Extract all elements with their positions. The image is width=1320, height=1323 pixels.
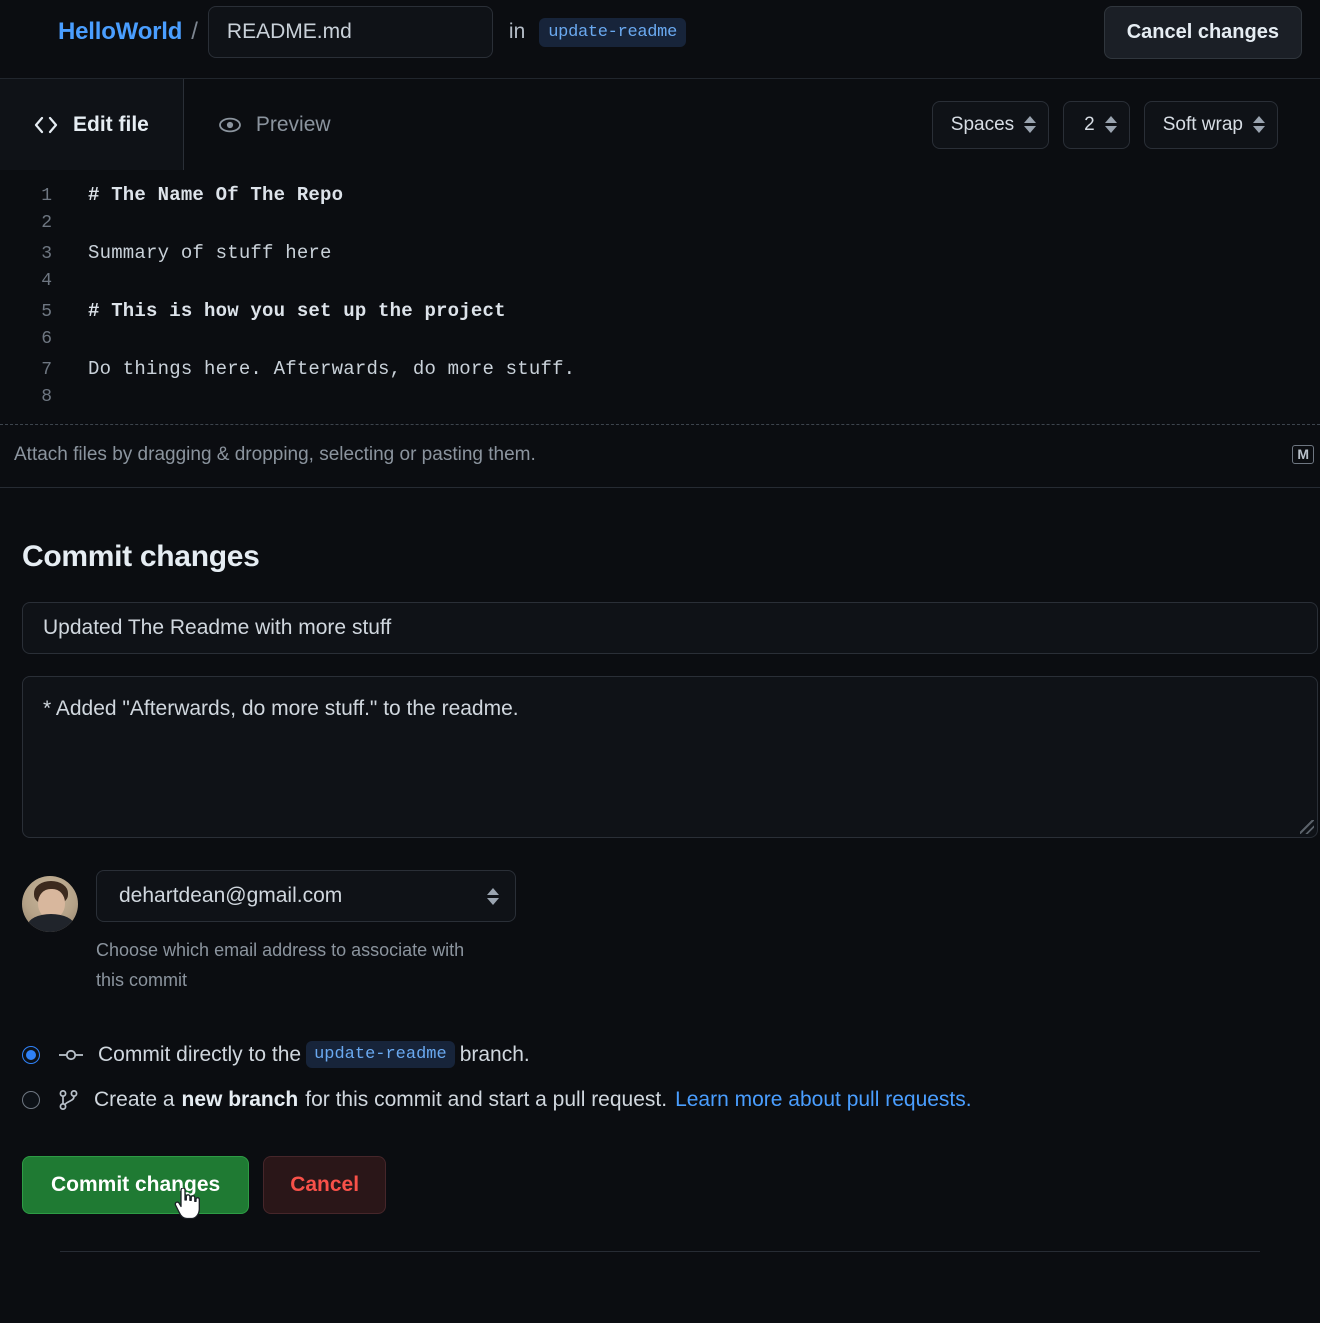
tab-edit-file-label: Edit file bbox=[73, 113, 149, 137]
tab-preview-label: Preview bbox=[256, 113, 331, 137]
commit-summary-input[interactable]: Updated The Readme with more stuff bbox=[22, 602, 1318, 654]
attach-files-bar[interactable]: Attach files by dragging & dropping, sel… bbox=[0, 424, 1320, 484]
tab-preview[interactable]: Preview bbox=[184, 79, 365, 171]
code-line: 8 bbox=[0, 387, 1320, 416]
commit-description-value: * Added "Afterwards, do more stuff." to … bbox=[43, 697, 519, 720]
cancel-button[interactable]: Cancel bbox=[263, 1156, 386, 1214]
radio-commit-directly[interactable] bbox=[22, 1046, 40, 1064]
commit-option-new-branch-row[interactable]: Create a new branch for this commit and … bbox=[22, 1088, 1320, 1112]
line-content: Do things here. Afterwards, do more stuf… bbox=[62, 358, 575, 380]
pull-requests-link[interactable]: Learn more about pull requests. bbox=[675, 1088, 972, 1112]
line-number: 6 bbox=[0, 329, 62, 349]
new-branch-middle: for this commit and start a pull request… bbox=[305, 1088, 667, 1112]
code-icon bbox=[33, 115, 59, 135]
repo-name-link[interactable]: HelloWorld bbox=[58, 18, 182, 46]
code-line: 2 bbox=[0, 213, 1320, 242]
line-content: # This is how you set up the project bbox=[62, 300, 506, 322]
commit-email-help-text: Choose which email address to associate … bbox=[96, 936, 496, 995]
commit-direct-branch-badge: update-readme bbox=[306, 1041, 455, 1068]
line-number: 2 bbox=[0, 213, 62, 233]
tab-edit-file[interactable]: Edit file bbox=[0, 79, 184, 171]
commit-changes-button[interactable]: Commit changes bbox=[22, 1156, 249, 1214]
commit-summary-value: Updated The Readme with more stuff bbox=[43, 616, 391, 640]
chevron-updown-icon bbox=[487, 888, 499, 905]
code-line: 6 bbox=[0, 329, 1320, 358]
line-number: 4 bbox=[0, 271, 62, 291]
code-line: 4 bbox=[0, 271, 1320, 300]
code-line: 1 # The Name Of The Repo bbox=[0, 184, 1320, 213]
line-number: 7 bbox=[0, 360, 62, 380]
commit-email-select[interactable]: dehartdean@gmail.com bbox=[96, 870, 516, 922]
avatar bbox=[22, 876, 78, 932]
indent-type-select[interactable]: Spaces bbox=[932, 101, 1049, 149]
breadcrumb-separator: / bbox=[191, 18, 198, 46]
branch-badge[interactable]: update-readme bbox=[539, 18, 686, 47]
wrap-mode-select[interactable]: Soft wrap bbox=[1144, 101, 1278, 149]
markdown-icon: M bbox=[1292, 445, 1314, 464]
cancel-changes-button[interactable]: Cancel changes bbox=[1104, 6, 1302, 59]
new-branch-prefix: Create a bbox=[94, 1088, 175, 1112]
line-number: 3 bbox=[0, 244, 62, 264]
code-line: 3 Summary of stuff here bbox=[0, 242, 1320, 271]
avatar-body bbox=[28, 914, 74, 932]
code-line: 5 # This is how you set up the project bbox=[0, 300, 1320, 329]
commit-buttons-row: Commit changes Cancel bbox=[22, 1156, 1320, 1214]
editor-tools: Spaces 2 Soft wrap bbox=[932, 79, 1320, 170]
commit-email-row: dehartdean@gmail.com Choose which email … bbox=[22, 870, 1320, 995]
line-content: # The Name Of The Repo bbox=[62, 184, 343, 206]
attach-files-label: Attach files by dragging & dropping, sel… bbox=[14, 444, 536, 466]
page-bottom-divider bbox=[60, 1251, 1260, 1252]
github-file-editor-page: HelloWorld / README.md in update-readme … bbox=[0, 0, 1320, 1323]
radio-create-new-branch[interactable] bbox=[22, 1091, 40, 1109]
indent-type-value: Spaces bbox=[951, 114, 1014, 136]
eye-icon bbox=[218, 115, 242, 135]
email-column: dehartdean@gmail.com Choose which email … bbox=[96, 870, 516, 995]
wrap-mode-value: Soft wrap bbox=[1163, 114, 1243, 136]
commit-option-direct-row[interactable]: Commit directly to the update-readme bra… bbox=[22, 1041, 1320, 1068]
line-number: 8 bbox=[0, 387, 62, 407]
editor-header: HelloWorld / README.md in update-readme … bbox=[0, 0, 1320, 64]
commit-changes-section: Commit changes Updated The Readme with m… bbox=[0, 520, 1320, 1214]
indent-size-select[interactable]: 2 bbox=[1063, 101, 1130, 149]
commit-email-value: dehartdean@gmail.com bbox=[119, 884, 342, 908]
editor-tabbar: Edit file Preview Spaces 2 Soft wrap bbox=[0, 78, 1320, 170]
code-editor[interactable]: 1 # The Name Of The Repo 2 3 Summary of … bbox=[0, 170, 1320, 420]
editor-divider bbox=[0, 487, 1320, 488]
filename-value: README.md bbox=[227, 20, 352, 44]
commit-direct-suffix: branch. bbox=[460, 1043, 530, 1067]
new-branch-emphasis: new branch bbox=[182, 1088, 299, 1112]
indent-size-value: 2 bbox=[1084, 114, 1095, 136]
line-content: Summary of stuff here bbox=[62, 242, 332, 264]
filename-input[interactable]: README.md bbox=[208, 6, 493, 58]
line-number: 1 bbox=[0, 186, 62, 206]
git-branch-icon bbox=[58, 1089, 80, 1111]
commit-direct-prefix: Commit directly to the bbox=[98, 1043, 301, 1067]
resize-handle-icon[interactable] bbox=[1300, 820, 1314, 834]
code-line: 7 Do things here. Afterwards, do more st… bbox=[0, 358, 1320, 387]
commit-section-title: Commit changes bbox=[0, 520, 1320, 574]
chevron-updown-icon bbox=[1253, 116, 1265, 133]
in-label: in bbox=[509, 20, 525, 44]
git-commit-icon bbox=[58, 1047, 84, 1063]
commit-description-textarea[interactable]: * Added "Afterwards, do more stuff." to … bbox=[22, 676, 1318, 838]
line-number: 5 bbox=[0, 302, 62, 322]
chevron-updown-icon bbox=[1024, 116, 1036, 133]
chevron-updown-icon bbox=[1105, 116, 1117, 133]
